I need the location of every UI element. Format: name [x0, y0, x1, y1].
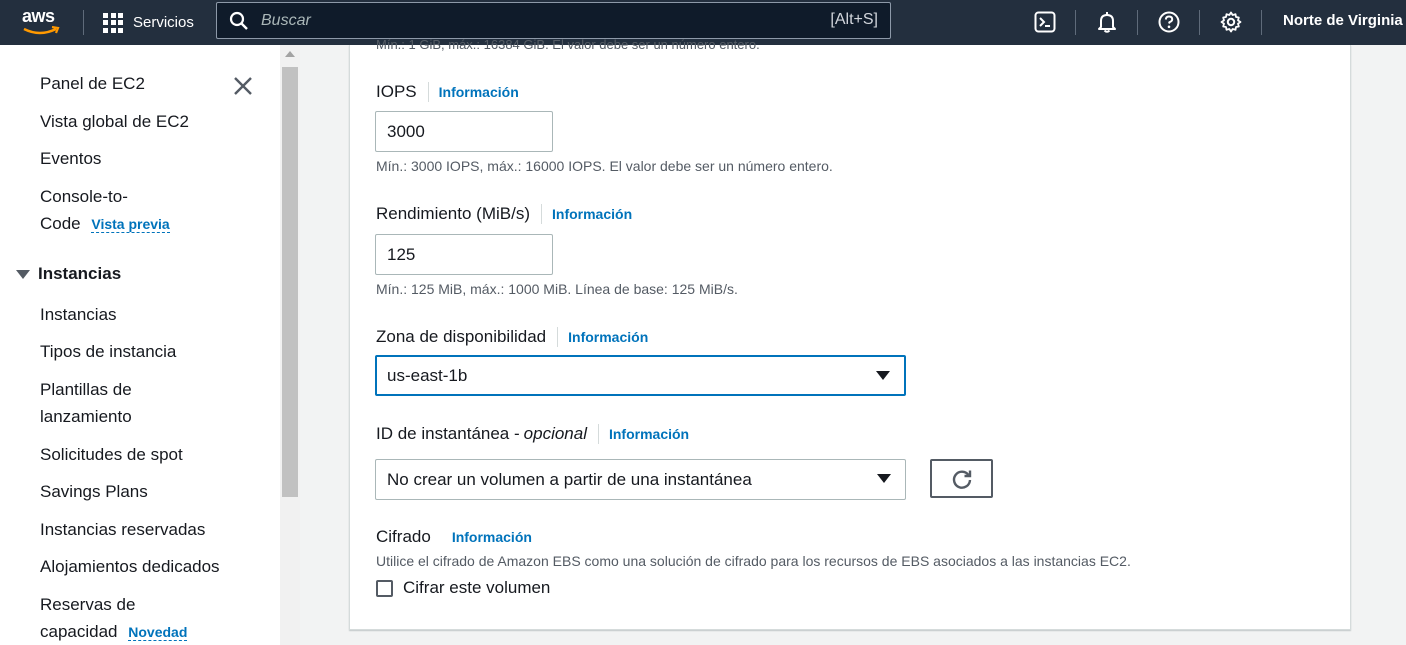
close-icon[interactable] — [231, 74, 255, 98]
sidebar-item-ec2-dashboard[interactable]: Panel de EC2 — [40, 70, 145, 97]
sidebar-item-events[interactable]: Eventos — [40, 145, 101, 172]
sidebar-item-console-to-code[interactable]: Console-to- — [40, 183, 128, 210]
caret-down-icon — [877, 474, 891, 483]
iops-label: IOPS — [376, 82, 417, 101]
volume-settings-panel: Mín.: 1 GiB, máx.: 16384 GiB. El valor d… — [349, 37, 1351, 630]
console-to-code-label: Code — [40, 214, 81, 233]
sidebar-item-instance-types[interactable]: Tipos de instancia — [40, 338, 176, 365]
throughput-label: Rendimiento (MiB/s) — [376, 204, 530, 223]
sidebar-item-ec2-global-view[interactable]: Vista global de EC2 — [40, 108, 189, 135]
search-input[interactable] — [261, 9, 761, 33]
size-hint: Mín.: 1 GiB, máx.: 16384 GiB. El valor d… — [376, 37, 760, 52]
throughput-input[interactable]: 125 — [375, 234, 553, 275]
aws-logo[interactable]: aws — [20, 6, 66, 38]
caret-down-icon — [876, 371, 890, 380]
smile-arrow-icon — [23, 26, 60, 35]
encryption-label-row: Cifrado Información — [376, 527, 532, 547]
aws-logo-text: aws — [22, 6, 55, 26]
sidebar-item-reserved-instances[interactable]: Instancias reservadas — [40, 516, 205, 543]
sidebar-item-console-to-code-line2[interactable]: Code Vista previa — [40, 210, 170, 237]
snapshot-info-link[interactable]: Información — [597, 424, 689, 444]
section-instances-toggle[interactable]: Instancias — [16, 264, 121, 284]
caret-down-icon — [16, 269, 30, 279]
sidebar-item-instances[interactable]: Instancias — [40, 301, 117, 328]
sidebar-item-dedicated-hosts[interactable]: Alojamientos dedicados — [40, 553, 220, 580]
sidebar-item-launch-templates-line2[interactable]: lanzamiento — [40, 403, 132, 430]
sidebar-item-spot-requests[interactable]: Solicitudes de spot — [40, 441, 183, 468]
help-icon — [1158, 11, 1180, 33]
iops-hint: Mín.: 3000 IOPS, máx.: 16000 IOPS. El va… — [376, 158, 833, 174]
sidebar-scrollbar[interactable] — [280, 45, 300, 645]
section-instances-title: Instancias — [38, 264, 122, 283]
az-info-link[interactable]: Información — [557, 327, 648, 347]
snapshot-optional-label: opcional — [523, 424, 587, 443]
search-icon — [229, 11, 248, 30]
services-label: Servicios — [133, 14, 194, 31]
az-label-row: Zona de disponibilidad Información — [376, 327, 648, 347]
availability-zone-select[interactable]: us-east-1b — [375, 355, 906, 396]
iops-label-row: IOPS Información — [376, 82, 519, 102]
throughput-label-row: Rendimiento (MiB/s) Información — [376, 204, 632, 224]
iops-info-link[interactable]: Información — [427, 82, 519, 102]
divider — [1137, 10, 1138, 35]
scrollbar-thumb[interactable] — [282, 67, 298, 497]
encryption-label: Cifrado — [376, 527, 431, 546]
bell-icon — [1098, 12, 1116, 33]
encrypt-volume-checkbox[interactable] — [376, 579, 393, 597]
notifications-button[interactable] — [1093, 8, 1121, 36]
snapshot-selected-value: No crear un volumen a partir de una inst… — [387, 469, 752, 489]
scroll-up-arrow-icon[interactable] — [285, 51, 295, 57]
gear-icon — [1220, 11, 1242, 33]
search-bar[interactable]: [Alt+S] — [216, 2, 891, 39]
refresh-snapshots-button[interactable] — [930, 459, 993, 498]
throughput-info-link[interactable]: Información — [541, 204, 632, 224]
snapshot-label-row: ID de instantánea - opcional Información — [376, 424, 689, 444]
az-selected-value: us-east-1b — [387, 365, 468, 385]
terminal-icon — [1034, 11, 1056, 33]
iops-input[interactable]: 3000 — [375, 111, 553, 152]
sidebar-item-launch-templates[interactable]: Plantillas de — [40, 376, 132, 403]
grid-icon — [103, 12, 123, 33]
throughput-hint: Mín.: 125 MiB, máx.: 1000 MiB. Línea de … — [376, 281, 738, 297]
encrypt-volume-checkbox-row[interactable]: Cifrar este volumen — [376, 578, 550, 598]
divider — [1261, 10, 1262, 35]
encryption-description: Utilice el cifrado de Amazon EBS como un… — [376, 553, 1131, 569]
help-button[interactable] — [1155, 8, 1183, 36]
divider — [1075, 10, 1076, 35]
cloudshell-button[interactable] — [1031, 8, 1059, 36]
az-label: Zona de disponibilidad — [376, 327, 547, 346]
capacity-label: capacidad — [40, 622, 118, 641]
divider — [1199, 10, 1200, 35]
sidebar-item-capacity-reservations[interactable]: Reservas de — [40, 591, 135, 618]
preview-badge[interactable]: Vista previa — [91, 216, 170, 233]
refresh-icon — [952, 470, 971, 489]
search-shortcut: [Alt+S] — [830, 11, 878, 28]
divider — [83, 10, 84, 35]
encrypt-volume-label[interactable]: Cifrar este volumen — [403, 578, 550, 598]
snapshot-select[interactable]: No crear un volumen a partir de una inst… — [375, 459, 906, 500]
sidebar-item-savings-plans[interactable]: Savings Plans — [40, 478, 148, 505]
services-menu-button[interactable]: Servicios — [103, 0, 194, 45]
new-badge[interactable]: Novedad — [128, 624, 188, 641]
sidebar-item-capacity-reservations-line2[interactable]: capacidad Novedad — [40, 618, 188, 645]
sidebar: Panel de EC2 Vista global de EC2 Eventos… — [0, 45, 280, 645]
encryption-info-link[interactable]: Información — [442, 527, 532, 547]
snapshot-label: ID de instantánea - — [376, 424, 520, 443]
settings-button[interactable] — [1217, 8, 1245, 36]
region-selector[interactable]: Norte de Virginia — [1283, 12, 1403, 29]
